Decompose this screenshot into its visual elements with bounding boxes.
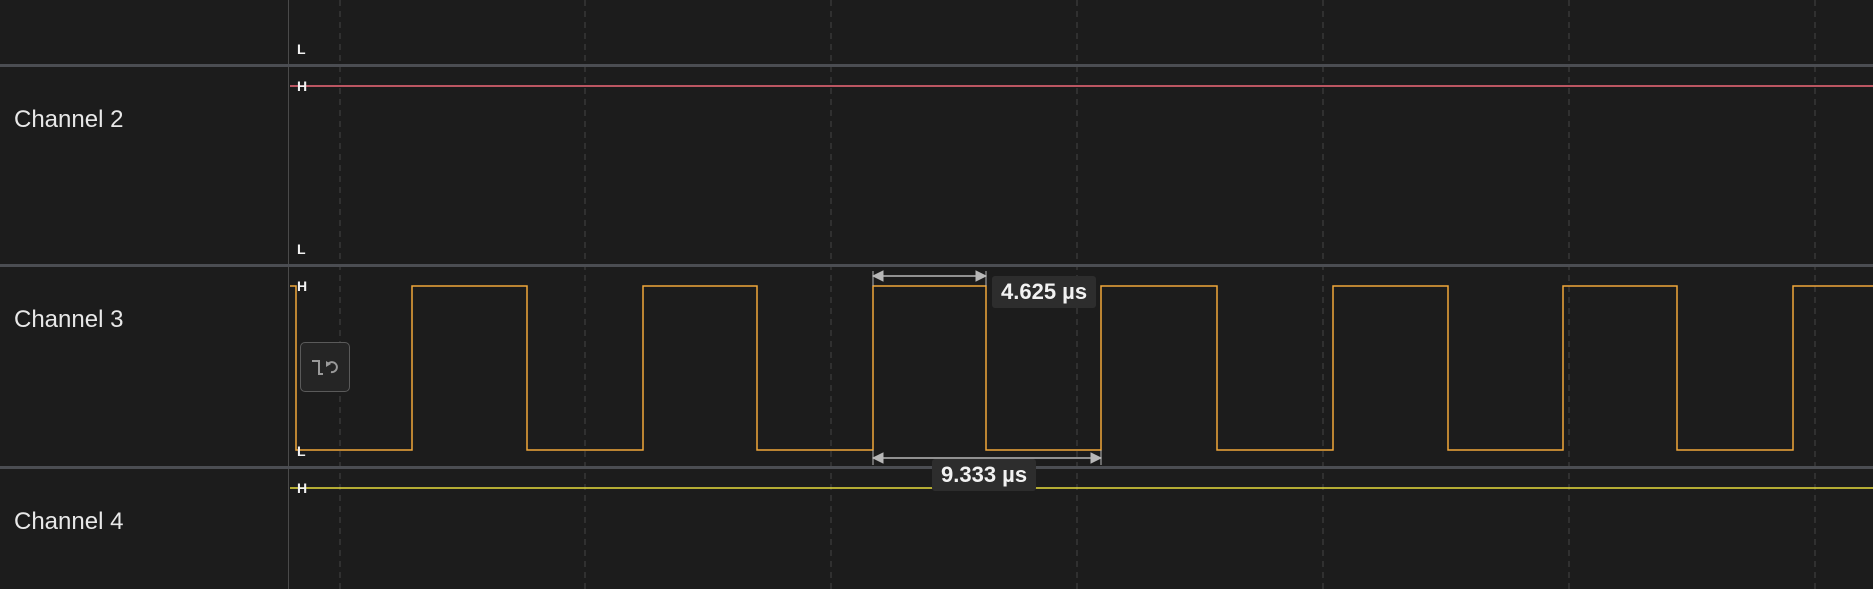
channel-3-signal bbox=[290, 285, 1873, 451]
logic-analyzer-view: Channel 2 Channel 3 Channel 4 L H L H L … bbox=[0, 0, 1873, 589]
channel-3-label[interactable]: Channel 3 bbox=[14, 306, 123, 334]
period-measurement: 9.333 µs bbox=[932, 459, 1037, 491]
channel-separator bbox=[0, 264, 1873, 267]
channel-3-low-label: L bbox=[297, 443, 306, 459]
waveform-area[interactable] bbox=[0, 0, 1873, 589]
pulse-width-measurement: 4.625 µs bbox=[992, 276, 1097, 308]
channel-4-high-label: H bbox=[297, 480, 308, 496]
falling-edge-trigger-icon bbox=[312, 360, 338, 375]
channel-3-high-label: H bbox=[297, 278, 308, 294]
channel-1-low-label: L bbox=[297, 41, 306, 57]
trigger-button[interactable] bbox=[300, 342, 350, 392]
channel-2-low-label: L bbox=[297, 241, 306, 257]
channel-2-label[interactable]: Channel 2 bbox=[14, 106, 123, 134]
channel-4-label[interactable]: Channel 4 bbox=[14, 508, 123, 536]
pulse-width-measure bbox=[871, 270, 988, 286]
channel-2-high-label: H bbox=[297, 78, 308, 94]
channel-separator bbox=[0, 64, 1873, 67]
